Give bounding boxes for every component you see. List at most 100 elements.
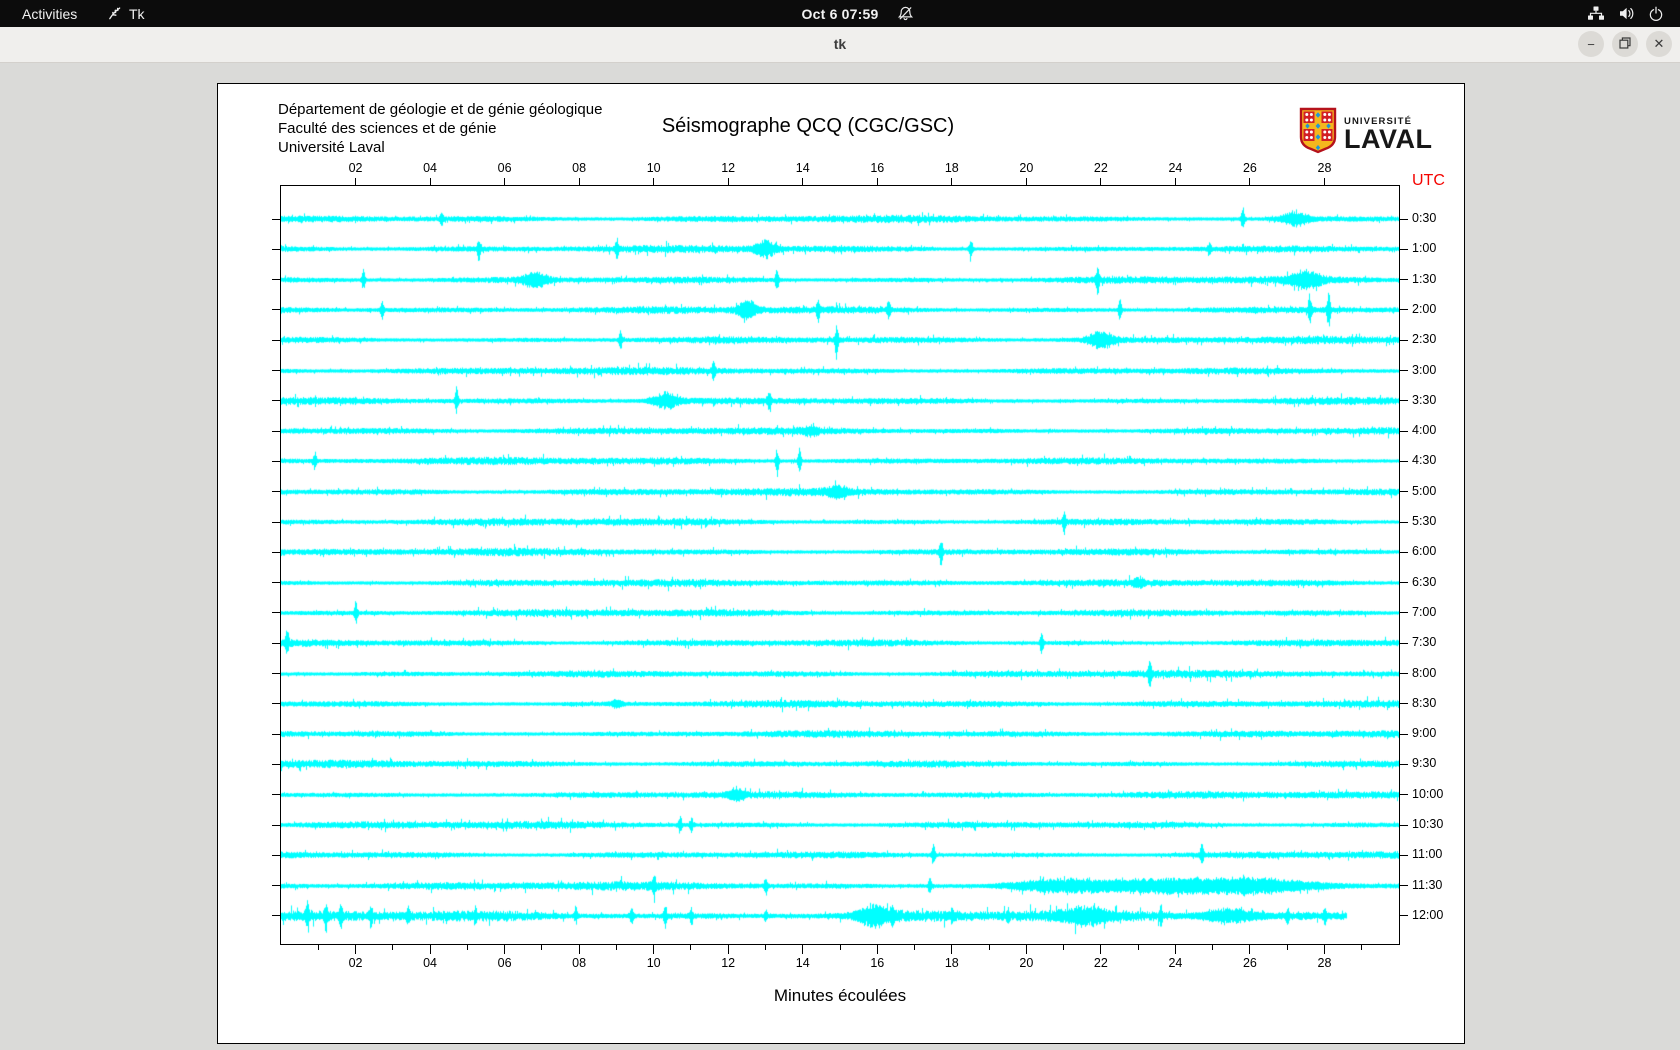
utc-time-label: 11:00	[1412, 847, 1443, 862]
x-minor-tick-bottom	[1137, 945, 1139, 950]
x-tick-top	[727, 178, 729, 185]
x-tick-label-bottom: 28	[1317, 956, 1332, 970]
x-tick-top	[802, 178, 804, 185]
utc-time-label: 8:00	[1412, 665, 1437, 680]
utc-time-label: 7:30	[1412, 635, 1437, 650]
trace-tick-left	[272, 854, 280, 856]
x-tick-top	[1174, 178, 1176, 185]
trace-tick-right	[1400, 430, 1408, 432]
window-titlebar[interactable]: tk − ✕	[0, 27, 1680, 63]
x-minor-tick-bottom	[317, 945, 319, 950]
utc-time-label: 8:30	[1412, 695, 1437, 710]
x-tick-label-bottom: 26	[1242, 956, 1257, 970]
laval-shield-icon	[1299, 107, 1337, 159]
trace-tick-right	[1400, 703, 1408, 705]
utc-time-label: 9:00	[1412, 726, 1437, 741]
x-tick-label-bottom: 08	[572, 956, 587, 970]
app-menu-tk[interactable]: Tk	[107, 6, 145, 22]
trace-tick-right	[1400, 733, 1408, 735]
trace-tick-left	[272, 673, 280, 675]
utc-time-label: 7:00	[1412, 604, 1437, 619]
x-tick-label-top: 18	[944, 161, 959, 175]
volume-icon	[1618, 5, 1635, 22]
x-tick-bottom	[802, 945, 804, 954]
x-minor-tick-bottom	[466, 945, 468, 950]
window-title: tk	[833, 36, 847, 52]
utc-label: UTC	[1412, 172, 1445, 189]
trace-tick-right	[1400, 248, 1408, 250]
trace-tick-left	[272, 885, 280, 887]
utc-time-label: 3:00	[1412, 362, 1437, 377]
close-button[interactable]: ✕	[1646, 31, 1672, 57]
x-tick-label-top: 04	[423, 161, 438, 175]
x-tick-label-top: 26	[1242, 161, 1257, 175]
x-tick-bottom	[429, 945, 431, 954]
trace-tick-left	[272, 218, 280, 220]
trace-tick-left	[272, 915, 280, 917]
trace-tick-left	[272, 248, 280, 250]
x-tick-top	[1249, 178, 1251, 185]
utc-time-label: 10:30	[1412, 817, 1444, 832]
x-tick-label-top: 20	[1019, 161, 1034, 175]
trace-tick-right	[1400, 370, 1408, 372]
trace-tick-right	[1400, 673, 1408, 675]
x-minor-tick-bottom	[988, 945, 990, 950]
power-icon	[1648, 6, 1664, 22]
trace-tick-right	[1400, 763, 1408, 765]
system-status-area[interactable]	[1587, 5, 1664, 22]
utc-time-label: 1:00	[1412, 241, 1437, 256]
x-tick-bottom	[951, 945, 953, 954]
x-minor-tick-bottom	[1212, 945, 1214, 950]
x-tick-top	[653, 178, 655, 185]
network-wired-icon	[1587, 5, 1605, 22]
x-tick-bottom	[578, 945, 580, 954]
utc-time-label: 12:00	[1412, 907, 1444, 922]
x-minor-tick-bottom	[1361, 945, 1363, 950]
tk-canvas-frame: Département de géologie et de génie géol…	[217, 83, 1465, 1044]
x-tick-label-bottom: 04	[423, 956, 438, 970]
trace-tick-left	[272, 551, 280, 553]
trace-tick-right	[1400, 309, 1408, 311]
x-tick-label-top: 16	[870, 161, 885, 175]
trace-tick-right	[1400, 339, 1408, 341]
x-tick-top	[578, 178, 580, 185]
laval-wordmark-line2: LAVAL	[1344, 124, 1433, 154]
app-menu-label: Tk	[129, 5, 145, 22]
x-tick-label-bottom: 18	[944, 956, 959, 970]
x-tick-bottom	[1323, 945, 1325, 954]
x-minor-tick-bottom	[690, 945, 692, 950]
x-tick-top	[504, 178, 506, 185]
restore-icon	[1619, 36, 1631, 52]
utc-time-label: 6:00	[1412, 544, 1437, 559]
trace-tick-left	[272, 642, 280, 644]
notifications-muted-icon	[897, 5, 914, 22]
x-minor-tick-bottom	[615, 945, 617, 950]
x-tick-label-bottom: 20	[1019, 956, 1034, 970]
x-tick-label-bottom: 10	[646, 956, 661, 970]
utc-time-label: 0:30	[1412, 211, 1437, 225]
x-tick-label-bottom: 16	[870, 956, 885, 970]
trace-tick-right	[1400, 612, 1408, 614]
x-tick-bottom	[1100, 945, 1102, 954]
trace-tick-right	[1400, 551, 1408, 553]
plot-title: Séismographe QCQ (CGC/GSC)	[661, 115, 955, 137]
x-tick-bottom	[355, 945, 357, 954]
trace-tick-left	[272, 763, 280, 765]
utc-time-label: 10:00	[1412, 786, 1444, 801]
x-tick-label-top: 22	[1093, 161, 1108, 175]
x-tick-label-bottom: 24	[1168, 956, 1183, 970]
clock-button[interactable]: Oct 6 07:59	[802, 6, 879, 22]
utc-time-label: 11:30	[1412, 877, 1443, 892]
x-tick-bottom	[876, 945, 878, 954]
x-tick-label-top: 06	[497, 161, 512, 175]
universite-laval-logo: UNIVERSITÉ LAVAL	[1299, 107, 1432, 159]
restore-button[interactable]	[1612, 31, 1638, 57]
utc-time-label: 5:00	[1412, 483, 1437, 498]
minimize-button[interactable]: −	[1578, 31, 1604, 57]
activities-button[interactable]: Activities	[18, 6, 81, 22]
trace-tick-left	[272, 824, 280, 826]
x-tick-bottom	[504, 945, 506, 954]
trace-tick-left	[272, 703, 280, 705]
trace-tick-right	[1400, 794, 1408, 796]
x-minor-tick-bottom	[392, 945, 394, 950]
